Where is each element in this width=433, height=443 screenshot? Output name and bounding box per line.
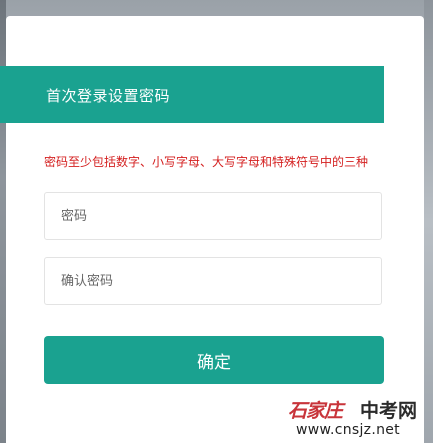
confirm-button[interactable]: 确定 (44, 336, 384, 384)
background-right (424, 0, 433, 443)
password-hint: 密码至少包括数字、小写字母、大写字母和特殊符号中的三种 (44, 155, 369, 169)
confirm-password-input[interactable] (44, 257, 382, 305)
password-input[interactable] (44, 192, 382, 240)
dialog-title: 首次登录设置密码 (46, 87, 171, 105)
